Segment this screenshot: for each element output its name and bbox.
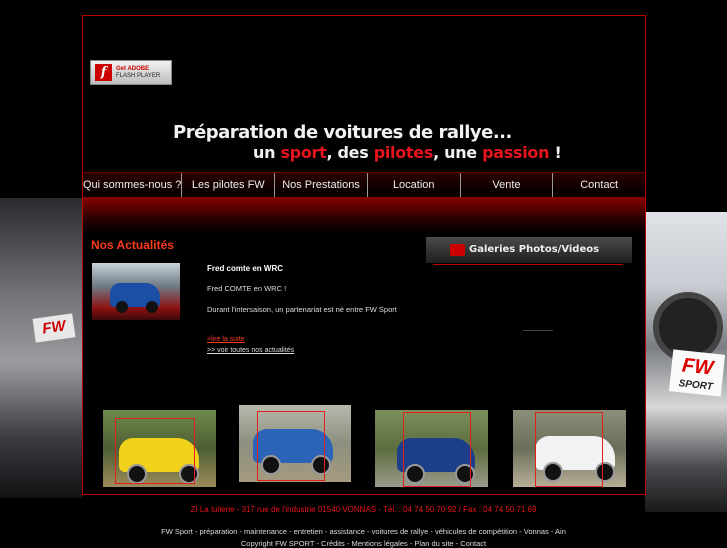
news-item-title[interactable]: Fred comte en WRC bbox=[207, 264, 283, 273]
flash-badge-line2: FLASH PLAYER bbox=[116, 72, 161, 79]
main-nav: Qui sommes-nous ? Les pilotes FW Nos Pre… bbox=[83, 172, 645, 197]
gallery-thumb-1[interactable] bbox=[103, 410, 216, 487]
see-all-news-link[interactable]: >> voir toutes nos actualités bbox=[207, 347, 294, 354]
news-paragraph-2: Durant l'intersaison, un partenariat est… bbox=[207, 305, 397, 314]
news-paragraph-1: Fred COMTE en WRC ! bbox=[207, 284, 287, 293]
gallery-thumb-4[interactable] bbox=[513, 410, 626, 487]
gallery-thumb-2[interactable] bbox=[239, 405, 351, 482]
background-photo-right: FW SPORT bbox=[645, 212, 727, 512]
news-thumbnail[interactable] bbox=[92, 263, 180, 320]
news-section-title: Nos Actualités bbox=[91, 238, 174, 252]
tagline-line1: Préparation de voitures de rallye... bbox=[173, 122, 512, 143]
nav-item-location[interactable]: Location bbox=[368, 173, 461, 197]
nav-item-prestations[interactable]: Nos Prestations bbox=[275, 173, 368, 197]
read-more-link[interactable]: >lire la suite bbox=[207, 336, 245, 343]
flash-icon: f bbox=[95, 64, 112, 81]
gallery-thumb-3[interactable] bbox=[375, 410, 488, 487]
footer-keywords: FW Sport - préparation - maintenance - e… bbox=[161, 527, 566, 536]
nav-item-qui-sommes-nous[interactable]: Qui sommes-nous ? bbox=[83, 173, 183, 197]
tagline-part-accent: sport bbox=[280, 143, 327, 162]
tagline-part: ! bbox=[549, 143, 562, 162]
tagline-part-accent: pilotes bbox=[373, 143, 434, 162]
gallery-divider-small bbox=[523, 330, 553, 331]
gallery-title: Galeries Photos/Videos bbox=[469, 244, 600, 255]
tagline-part: , des bbox=[326, 143, 374, 162]
background-photo-left: FW bbox=[0, 198, 82, 498]
nav-item-vente[interactable]: Vente bbox=[461, 173, 554, 197]
flash-badge-line1: Get ADOBE bbox=[116, 65, 150, 72]
fw-banner-right: FW SPORT bbox=[668, 349, 726, 397]
flash-player-badge[interactable]: f Get ADOBE FLASH PLAYER bbox=[90, 60, 172, 85]
tagline-part: un bbox=[253, 143, 281, 162]
main-frame: f Get ADOBE FLASH PLAYER Préparation de … bbox=[82, 15, 646, 495]
fw-banner-left: FW bbox=[32, 313, 76, 343]
nav-red-band bbox=[83, 197, 645, 233]
photo-gallery-icon bbox=[450, 244, 465, 256]
footer-address: ZI La tuilerie - 317 rue de l'industrie … bbox=[190, 505, 537, 514]
tagline-line2: un sport, des pilotes, une passion ! bbox=[253, 143, 562, 162]
tagline-part-accent: passion bbox=[482, 143, 550, 162]
nav-item-contact[interactable]: Contact bbox=[553, 173, 645, 197]
footer-links[interactable]: Copyright FW SPORT - Crédits - Mentions … bbox=[0, 539, 727, 548]
nav-item-pilotes[interactable]: Les pilotes FW bbox=[182, 173, 276, 197]
gallery-header[interactable]: Galeries Photos/Videos bbox=[426, 237, 632, 263]
tagline-part: , une bbox=[433, 143, 483, 162]
gallery-divider bbox=[433, 264, 623, 265]
